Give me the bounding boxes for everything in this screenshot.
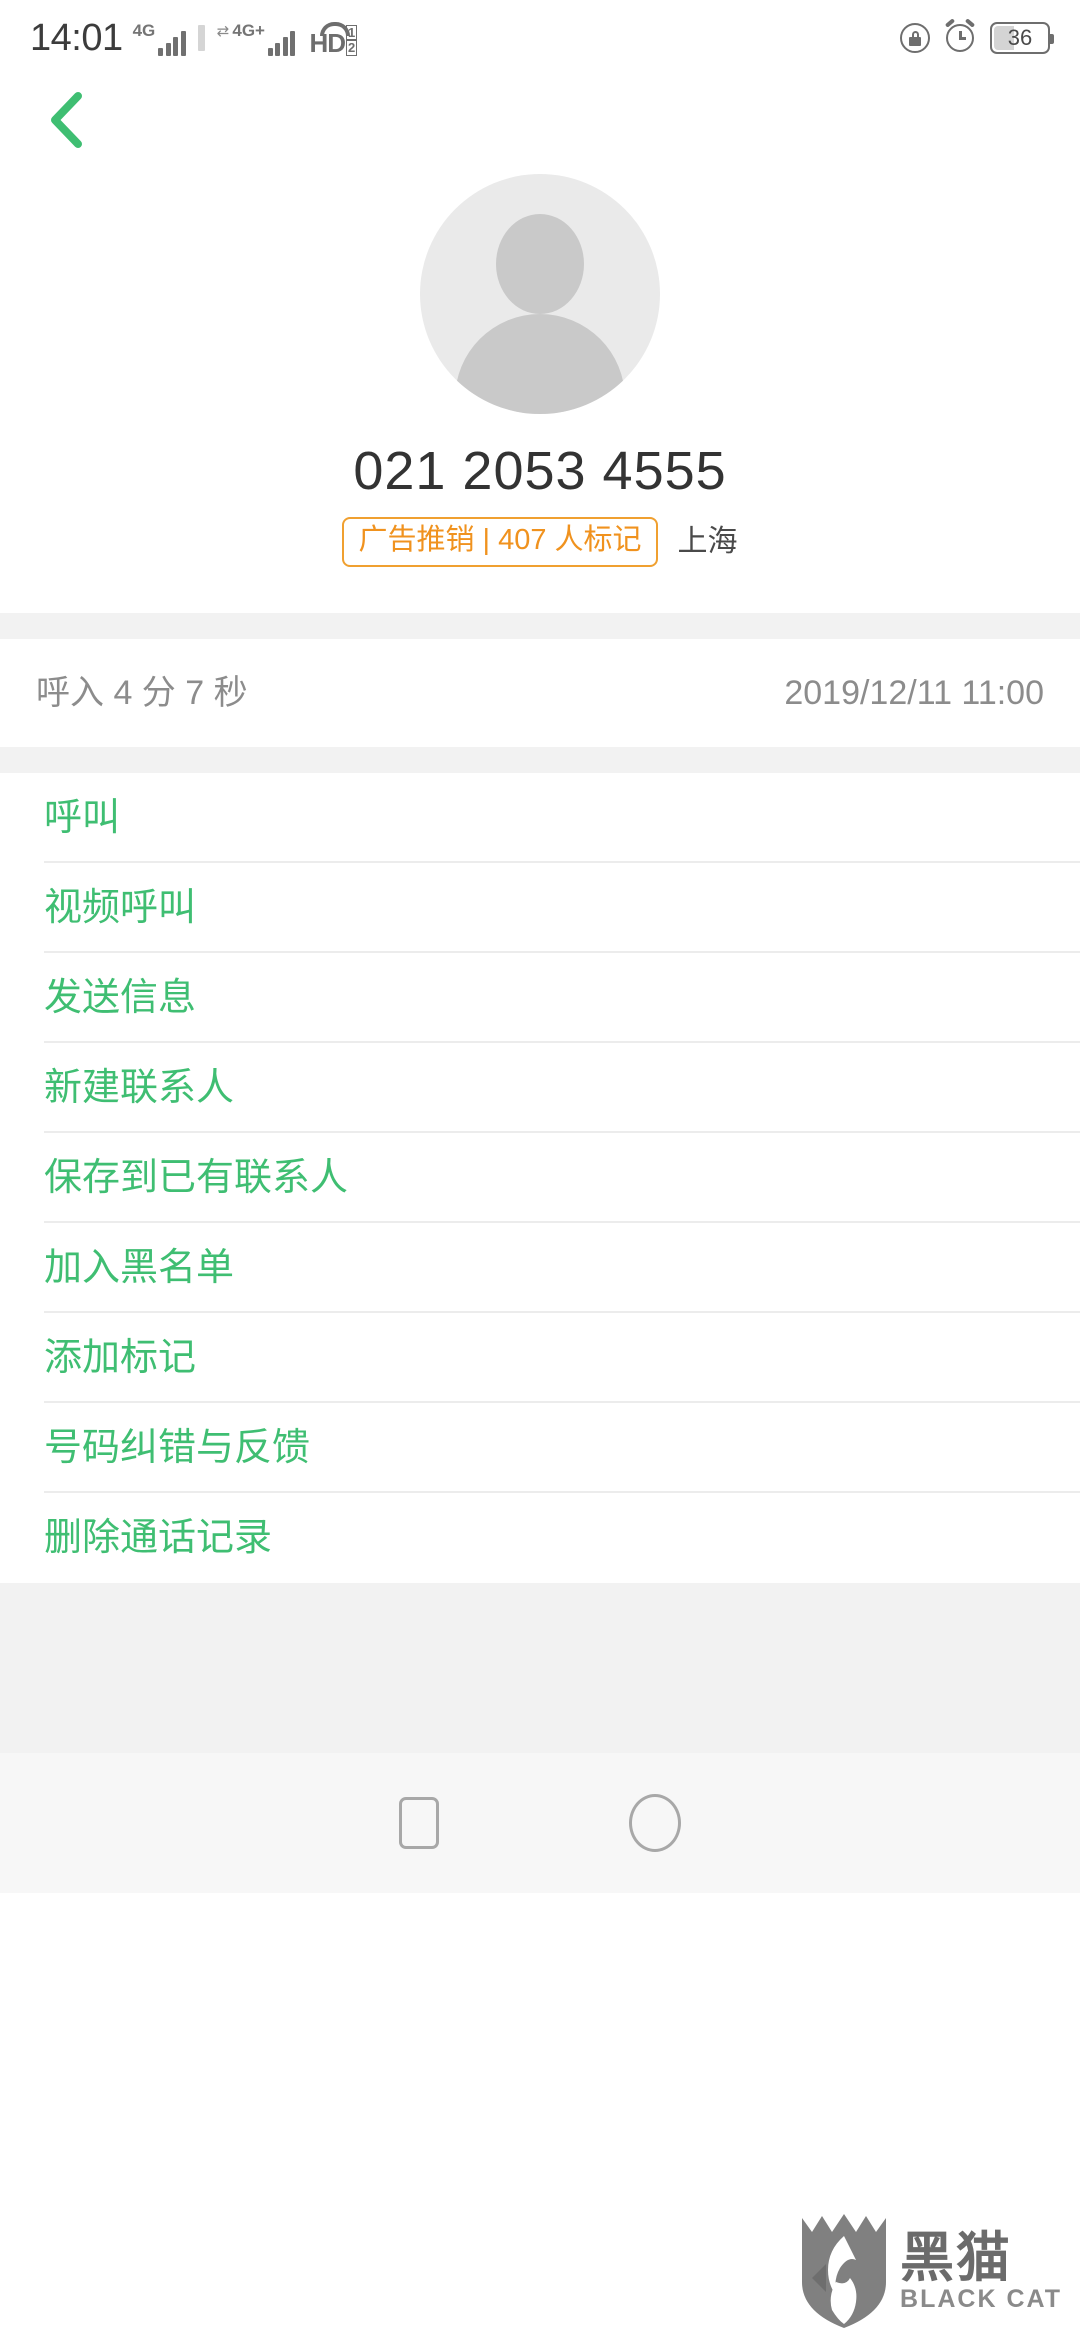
square-recents-icon[interactable]: [399, 1796, 439, 1849]
call-record-row[interactable]: 呼入 4 分 7 秒 2019/12/11 11:00: [0, 638, 1080, 747]
section-divider-bottom: [0, 746, 1080, 773]
action-label: 添加标记: [44, 1336, 197, 1379]
spam-mark-badge[interactable]: 广告推销 | 407 人标记: [342, 517, 658, 567]
top-navigation-bar: [0, 76, 1080, 164]
phone-number: 021 2053 4555: [353, 441, 727, 501]
battery-icon: 36: [990, 22, 1054, 54]
sim1-network-label: 4G: [132, 21, 156, 40]
shield-logo-svg: [802, 2214, 887, 2328]
avatar-body-shape: [455, 314, 625, 414]
action-label: 发送信息: [44, 976, 197, 1019]
action-list: 呼叫 视频呼叫 发送信息 新建联系人 保存到已有联系人 加入黑名单 添加标记 号…: [0, 772, 1080, 1583]
alarm-icon: [944, 18, 976, 52]
action-item-add-tag[interactable]: 添加标记: [0, 1313, 1080, 1403]
action-item-send-message[interactable]: 发送信息: [0, 953, 1080, 1043]
sim2-network-label: 4G+: [232, 21, 265, 40]
alarm-bell-right: [964, 18, 976, 28]
default-avatar-icon: [420, 174, 660, 414]
sim2-signal-bars-icon: [267, 30, 296, 56]
phone-location-label: 上海: [677, 524, 738, 558]
status-bar-clock: 14:01: [30, 17, 123, 59]
sim2-signal-indicator: ⇄ 4G+: [217, 20, 296, 56]
action-item-video-call[interactable]: 视频呼叫: [0, 863, 1080, 953]
avatar-head-shape: [496, 214, 584, 314]
hd-sim-bottom: 2: [346, 40, 358, 56]
bottom-spacer: [0, 1582, 1080, 1753]
battery-percent-label: 36: [1007, 25, 1033, 50]
black-cat-shield-logo-icon: [798, 2212, 890, 2330]
action-item-save-to-existing-contact[interactable]: 保存到已有联系人: [0, 1133, 1080, 1223]
action-item-delete-call-log[interactable]: 删除通话记录: [0, 1493, 1080, 1583]
alarm-bell-left: [944, 18, 956, 28]
action-label: 保存到已有联系人: [44, 1156, 349, 1199]
rotation-lock-icon: [900, 23, 930, 53]
android-navigation-bar: [0, 1752, 1080, 1893]
hd-voice-icon: HD 1 2: [309, 20, 358, 56]
action-label: 视频呼叫: [44, 886, 197, 929]
back-button[interactable]: [30, 85, 100, 155]
section-divider-top: [0, 612, 1080, 639]
status-bar-left: 14:01 4G ⇄ 4G+ HD 1 2: [30, 17, 358, 59]
watermark: 黑猫 BLACK CAT: [798, 2212, 1062, 2330]
watermark-text: 黑猫 BLACK CAT: [900, 2231, 1062, 2312]
action-label: 删除通话记录: [44, 1516, 273, 1559]
status-bar: 14:01 4G ⇄ 4G+ HD 1 2 36: [0, 0, 1080, 76]
call-type-duration: 呼入 4 分 7 秒: [36, 673, 248, 712]
sim1-signal-bars-icon: [158, 30, 186, 56]
action-item-new-contact[interactable]: 新建联系人: [0, 1043, 1080, 1133]
sim-separator: [197, 25, 205, 51]
data-transfer-arrows-icon: ⇄: [216, 23, 230, 40]
call-timestamp: 2019/12/11 11:00: [784, 673, 1044, 712]
action-label: 新建联系人: [44, 1066, 235, 1109]
action-label: 加入黑名单: [44, 1246, 235, 1289]
watermark-brand-en: BLACK CAT: [900, 2284, 1062, 2313]
action-label: 号码纠错与反馈: [44, 1426, 311, 1469]
sim1-signal-indicator: 4G: [133, 20, 186, 56]
watermark-brand-cn: 黑猫: [900, 2227, 1013, 2288]
chevron-left-icon: [51, 92, 82, 148]
phone-tag-row: 广告推销 | 407 人标记 上海: [342, 517, 738, 567]
status-bar-right: 36: [900, 18, 1054, 54]
contact-profile-header: 021 2053 4555 广告推销 | 407 人标记 上海: [0, 164, 1080, 613]
action-label: 呼叫: [44, 796, 121, 839]
circle-home-icon[interactable]: [629, 1793, 681, 1852]
action-item-call[interactable]: 呼叫: [0, 773, 1080, 863]
action-item-number-correction-feedback[interactable]: 号码纠错与反馈: [0, 1403, 1080, 1493]
action-item-add-to-blacklist[interactable]: 加入黑名单: [0, 1223, 1080, 1313]
